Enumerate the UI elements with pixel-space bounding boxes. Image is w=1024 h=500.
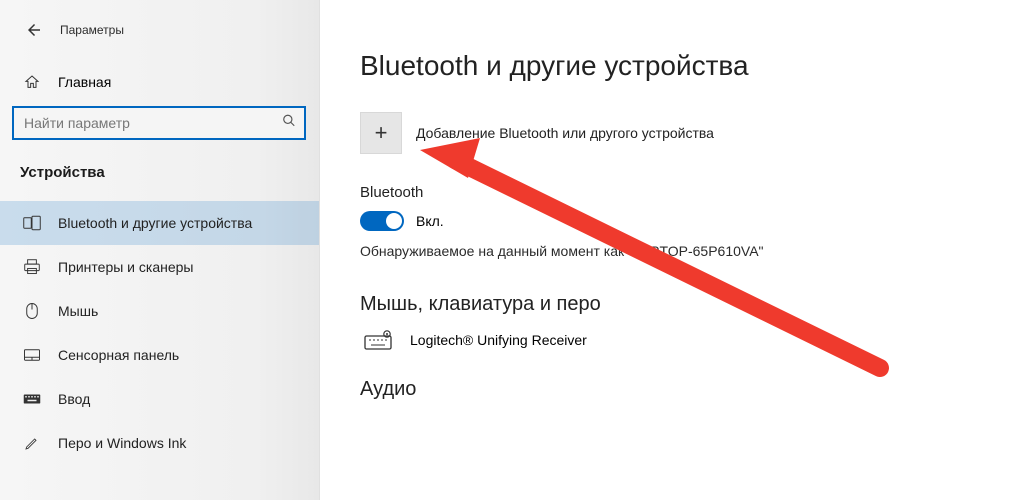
mouse-section-heading: Мышь, клавиатура и перо	[360, 293, 994, 316]
sidebar-section-title: Устройства	[0, 154, 319, 201]
sidebar-item-printers[interactable]: Принтеры и сканеры	[0, 245, 319, 289]
device-label: Logitech® Unifying Receiver	[410, 332, 587, 348]
audio-section-heading: Аудио	[360, 378, 994, 401]
search-icon	[282, 114, 296, 133]
sidebar-item-label: Сенсорная панель	[58, 347, 179, 363]
bluetooth-toggle-label: Вкл.	[416, 213, 444, 229]
plus-icon: +	[360, 112, 402, 154]
settings-sidebar: Параметры Главная Устройства Bluetoot	[0, 0, 320, 500]
mouse-icon	[20, 301, 44, 321]
sidebar-nav: Bluetooth и другие устройства Принтеры и…	[0, 201, 319, 465]
sidebar-item-label: Bluetooth и другие устройства	[58, 215, 252, 231]
sidebar-item-label: Ввод	[58, 391, 90, 407]
content-area: Bluetooth и другие устройства + Добавлен…	[320, 0, 1024, 500]
search-box[interactable]	[12, 106, 306, 140]
discoverable-text: Обнаруживаемое на данный момент как "LAP…	[360, 243, 994, 259]
pen-icon	[20, 433, 44, 453]
keyboard-icon	[20, 389, 44, 409]
sidebar-item-touchpad[interactable]: Сенсорная панель	[0, 333, 319, 377]
sidebar-item-label: Мышь	[58, 303, 98, 319]
add-device-label: Добавление Bluetooth или другого устройс…	[416, 125, 714, 141]
bluetooth-devices-icon	[20, 213, 44, 233]
page-title: Bluetooth и другие устройства	[360, 50, 994, 82]
sidebar-item-pen[interactable]: Перо и Windows Ink	[0, 421, 319, 465]
sidebar-item-label: Перо и Windows Ink	[58, 435, 186, 451]
window-title: Параметры	[60, 23, 124, 37]
sidebar-home[interactable]: Главная	[0, 64, 319, 100]
bluetooth-toggle[interactable]	[360, 211, 404, 231]
bluetooth-heading: Bluetooth	[360, 184, 994, 201]
printer-icon	[20, 257, 44, 277]
keyboard-device-icon	[360, 330, 396, 350]
sidebar-item-mouse[interactable]: Мышь	[0, 289, 319, 333]
sidebar-item-label: Принтеры и сканеры	[58, 259, 193, 275]
touchpad-icon	[20, 345, 44, 365]
window-header: Параметры	[0, 8, 319, 64]
home-icon	[20, 74, 44, 90]
back-arrow-icon	[25, 21, 43, 39]
sidebar-item-typing[interactable]: Ввод	[0, 377, 319, 421]
search-input[interactable]	[14, 108, 268, 138]
back-button[interactable]	[16, 12, 52, 48]
device-logitech[interactable]: Logitech® Unifying Receiver	[360, 330, 994, 350]
sidebar-home-label: Главная	[58, 74, 111, 90]
add-device-button[interactable]: + Добавление Bluetooth или другого устро…	[360, 112, 994, 154]
sidebar-item-bluetooth[interactable]: Bluetooth и другие устройства	[0, 201, 319, 245]
